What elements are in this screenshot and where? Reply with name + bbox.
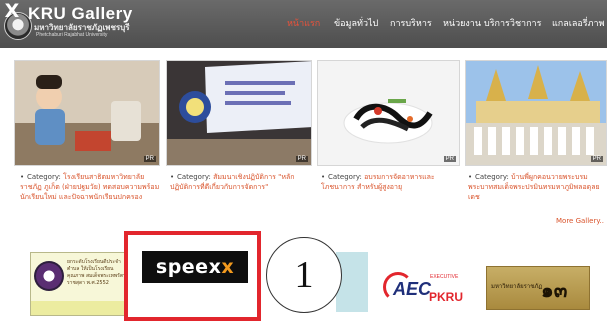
- gallery-image-2: [167, 61, 311, 165]
- nav-general-info[interactable]: ข้อมูลทั่วไป: [334, 16, 378, 30]
- category-label: Category:: [177, 173, 211, 181]
- bullet: •: [170, 173, 175, 181]
- anniversary-text: มหาวิทยาลัยราชภัฏ: [491, 283, 543, 290]
- more-gallery-link[interactable]: More Gallery..: [556, 217, 604, 225]
- school-seal-icon: [34, 261, 64, 291]
- nav-departments[interactable]: หน่วยงาน: [443, 16, 481, 30]
- speexx-highlight-box[interactable]: speexx: [124, 231, 261, 321]
- partner-banner-text: ยกระดับโรงเรียนดีประจำตำบล ให้เป็นโรงเรี…: [67, 259, 127, 286]
- gallery-thumb-child-painting[interactable]: PR: [14, 60, 160, 166]
- banner-stripe: [31, 301, 129, 315]
- category-label: Category:: [475, 173, 509, 181]
- pr-badge: PR: [295, 156, 308, 162]
- site-header: X KRU Gallery มหาวิทยาลัยราชภัฏเพชรบุรี …: [0, 0, 607, 48]
- gallery-caption-2: • Category: สัมมนาเชิงปฏิบัติการ "หลักปฏ…: [170, 172, 312, 192]
- partner-banner-anniversary[interactable]: มหาวิทยาลัยราชภัฏ ๑๓: [486, 266, 590, 310]
- partner-banner-quality-school[interactable]: ยกระดับโรงเรียนดีประจำตำบล ให้เป็นโรงเรี…: [30, 252, 130, 316]
- gallery-caption-1: • Category: โรงเรียนสาธิตมหาวิทยาลัยราชภ…: [20, 172, 162, 202]
- gallery-caption-3: • Category: อบรมการจัดอาหารและโภชนาการ ส…: [321, 172, 461, 192]
- bullet: •: [468, 173, 473, 181]
- bullet: •: [20, 173, 25, 181]
- speexx-accent-x: x: [221, 256, 235, 278]
- main-nav: หน้าแรก ข้อมูลทั่วไป การบริหาร หน่วยงาน …: [0, 16, 607, 32]
- category-label: Category:: [27, 173, 61, 181]
- category-label: Category:: [328, 173, 362, 181]
- aec-text: AEC: [393, 279, 432, 299]
- anniversary-number: ๑๓: [541, 278, 568, 302]
- gallery-thumb-food[interactable]: PR: [317, 60, 460, 166]
- speexx-logo[interactable]: speexx: [142, 251, 248, 283]
- gallery-image-4: [466, 61, 606, 165]
- nav-administration[interactable]: การบริหาร: [390, 16, 432, 30]
- site-subtitle-en: Phetchaburi Rajabhat University: [36, 32, 108, 38]
- gallery-thumb-ceremony[interactable]: PR: [465, 60, 607, 166]
- gallery-caption-4: • Category: บ้านพี่ผูกคอนวายพระบรมพระบาท…: [468, 172, 604, 202]
- nav-gallery[interactable]: แกลเลอรี่ภาพ: [552, 16, 605, 30]
- aec-executive-text: EXECUTIVE: [430, 274, 459, 280]
- pr-badge: PR: [590, 156, 603, 162]
- nav-home[interactable]: หน้าแรก: [287, 16, 320, 30]
- partner-banner-aec-pkru[interactable]: AEC EXECUTIVE PKRU: [379, 268, 472, 308]
- aec-pkru-text: PKRU: [429, 290, 464, 304]
- bullet: •: [321, 173, 326, 181]
- annotation-number-circle: 1: [266, 237, 342, 313]
- gallery-image-1: [15, 61, 159, 165]
- pr-badge: PR: [443, 156, 456, 162]
- gallery-thumb-seminar[interactable]: PR: [166, 60, 312, 166]
- nav-academic-services[interactable]: บริการวิชาการ: [484, 16, 541, 30]
- speexx-text: speex: [155, 256, 222, 278]
- pr-badge: PR: [143, 156, 156, 162]
- gallery-image-3: [318, 61, 459, 165]
